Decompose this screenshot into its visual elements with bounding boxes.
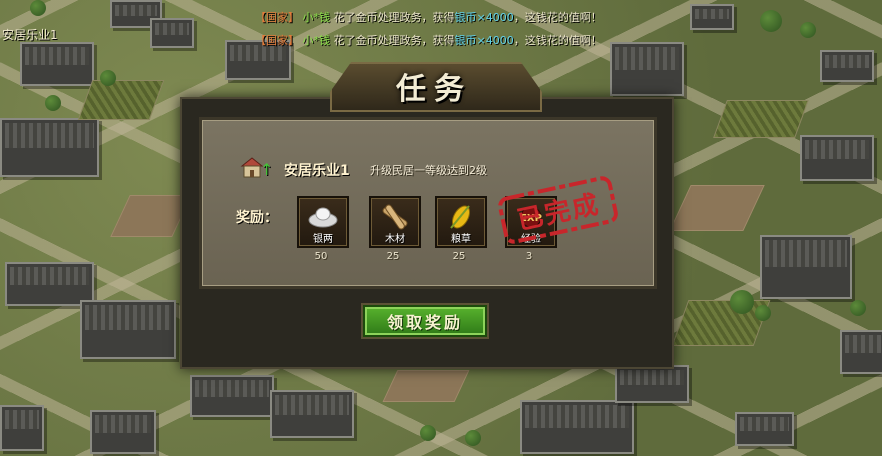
reward-count: 3 (525, 251, 533, 262)
chat-channel[interactable]: 【国家】 (255, 34, 299, 47)
chat-reward: 银币 (454, 34, 477, 47)
building[interactable] (800, 135, 874, 181)
reward-count: 25 (386, 251, 400, 262)
building[interactable] (80, 300, 176, 359)
building[interactable] (520, 400, 634, 454)
chat-text: 金币 (355, 34, 378, 47)
reward-name: 木材 (385, 234, 405, 245)
building[interactable] (610, 42, 684, 96)
silver-ingot-icon (308, 207, 338, 228)
grain-icon (450, 205, 471, 229)
farm-field[interactable] (671, 300, 771, 346)
building[interactable] (820, 50, 874, 82)
chat-channel[interactable]: 【国家】 (255, 11, 299, 24)
tree (420, 425, 436, 441)
upgrade-arrow-icon: ↑ (260, 160, 274, 179)
farm-field[interactable] (77, 80, 165, 120)
reward-name: 粮草 (451, 234, 471, 245)
chat-text: 处理政务，获得 (377, 11, 455, 24)
building[interactable] (90, 410, 156, 454)
reward-slot-wood[interactable]: 木材 (369, 196, 421, 248)
building[interactable] (150, 18, 194, 48)
farm-field[interactable] (713, 100, 809, 138)
building[interactable] (0, 405, 44, 451)
tree (850, 300, 866, 316)
building[interactable] (840, 330, 882, 374)
tree (800, 22, 816, 38)
chat-player-name[interactable]: 小*钱 (303, 11, 331, 24)
empty-plot[interactable] (382, 370, 470, 402)
chat-message: 【国家】 小*钱 花了金币处理政务，获得银币×4000，这钱花的值啊！ (255, 33, 602, 49)
tree (760, 10, 782, 32)
building[interactable] (270, 390, 354, 438)
quest-tracker-label[interactable]: 安居乐业1 (2, 26, 58, 43)
tree (100, 70, 116, 86)
building[interactable] (20, 42, 94, 86)
chat-text: 处理政务，获得 (377, 34, 455, 47)
building[interactable] (735, 412, 794, 446)
building[interactable] (0, 118, 99, 177)
chat-reward: 银币 (454, 11, 477, 24)
tree (755, 305, 771, 321)
quest-name: 安居乐业1 (284, 163, 350, 179)
rewards-label: 奖励： (236, 210, 278, 226)
building[interactable] (615, 365, 689, 403)
reward-slot-silver[interactable]: 银两 (297, 196, 349, 248)
tree (730, 290, 754, 314)
reward-count: 25 (452, 251, 466, 262)
chat-player-name[interactable]: 小*钱 (303, 34, 331, 47)
building[interactable] (690, 4, 734, 30)
dialog-title: 任务 (396, 72, 472, 107)
chat-message: 【国家】 小*钱 花了金币处理政务，获得银币×4000，这钱花的值啊！ (255, 10, 602, 26)
tree (465, 430, 481, 446)
tree (45, 95, 61, 111)
reward-count: 50 (314, 251, 328, 262)
chat-text: 花了 (333, 34, 356, 47)
chat-text: 金币 (355, 11, 378, 24)
chat-text: 花了 (333, 11, 356, 24)
tree (30, 0, 46, 16)
chat-reward-amount: ×4000 (476, 11, 514, 24)
reward-name: 银两 (313, 234, 333, 245)
reward-slot-grain[interactable]: 粮草 (435, 196, 487, 248)
claim-reward-button[interactable]: 领取奖励 (363, 305, 487, 337)
building[interactable] (190, 375, 274, 417)
chat-reward-amount: ×4000 (476, 34, 514, 47)
wood-logs-icon (382, 204, 408, 230)
quest-description: 升级民居一等级达到2级 (370, 164, 487, 177)
chat-text: ，这钱花的值啊！ (513, 34, 602, 47)
chat-text: ，这钱花的值啊！ (513, 11, 602, 24)
building[interactable] (760, 235, 852, 299)
empty-plot[interactable] (669, 185, 765, 231)
